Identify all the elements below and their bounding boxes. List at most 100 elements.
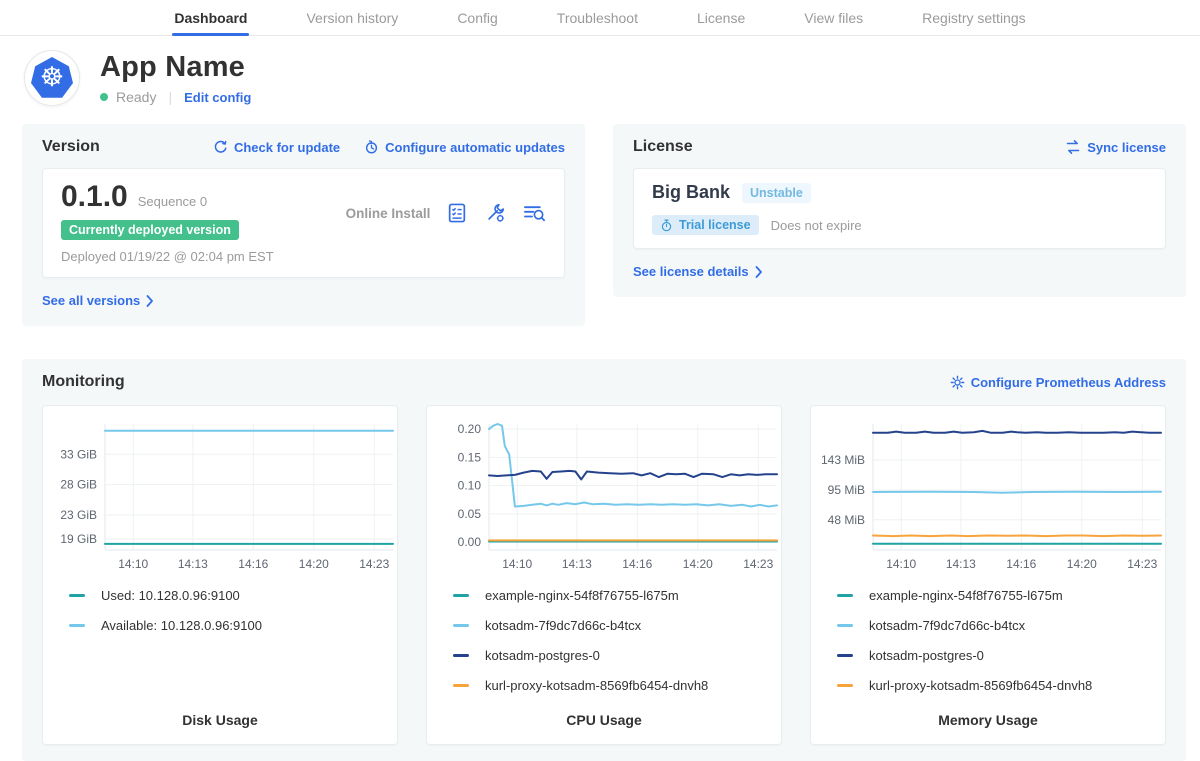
customer-name: Big Bank [652,182,730,203]
legend-item: example-nginx-54f8f76755-l675m [453,588,781,603]
svg-text:14:10: 14:10 [886,557,916,571]
legend-label: kotsadm-7f9dc7d66c-b4tcx [869,618,1025,633]
svg-text:14:10: 14:10 [502,557,532,571]
svg-text:14:23: 14:23 [359,557,389,571]
chart-title: Disk Usage [43,712,397,728]
svg-text:14:16: 14:16 [622,557,652,571]
top-nav: Dashboard Version history Config Trouble… [0,0,1200,36]
status-dot-icon [100,93,108,101]
legend-item: Available: 10.128.0.96:9100 [69,618,397,633]
svg-text:0.15: 0.15 [458,450,482,464]
svg-text:48 MiB: 48 MiB [828,513,865,527]
svg-text:14:13: 14:13 [562,557,592,571]
legend-swatch [837,594,853,597]
legend-item: kurl-proxy-kotsadm-8569fb6454-dnvh8 [837,678,1165,693]
edit-config-link[interactable]: Edit config [184,90,251,105]
legend-swatch [69,594,85,597]
svg-text:14:10: 14:10 [118,557,148,571]
legend-label: kotsadm-7f9dc7d66c-b4tcx [485,618,641,633]
svg-text:14:23: 14:23 [1127,557,1157,571]
disk-usage-chart: 19 GiB23 GiB28 GiB33 GiB14:1014:1314:161… [43,416,399,576]
deploy-logs-icon[interactable] [522,202,546,224]
current-version-card: 0.1.0 Sequence 0 Currently deployed vers… [42,168,565,278]
see-all-versions-link[interactable]: See all versions [42,293,154,308]
svg-text:14:20: 14:20 [683,557,713,571]
configure-prometheus-link[interactable]: Configure Prometheus Address [950,375,1166,390]
chevron-right-icon [755,266,763,278]
kubernetes-heptagon: ☸ [31,57,73,99]
chevron-right-icon [146,295,154,307]
kubernetes-logo: ☸ [24,50,80,106]
refresh-icon [213,140,228,155]
kubernetes-wheel-icon: ☸ [40,64,64,91]
install-type-label: Online Install [346,206,431,264]
svg-text:0.05: 0.05 [458,507,482,521]
configure-automatic-updates-link[interactable]: Configure automatic updates [364,140,565,155]
cpu-usage-card: 0.00 0.05 0.10 0.15 0.20 14:10 14:13 14:16 14:20… [426,405,782,745]
legend-item: example-nginx-54f8f76755-l675m [837,588,1165,603]
deployed-badge: Currently deployed version [61,220,239,240]
chart-title: Memory Usage [811,712,1165,728]
legend-item: kotsadm-postgres-0 [837,648,1165,663]
tab-registry-settings[interactable]: Registry settings [920,0,1027,35]
legend-label: kurl-proxy-kotsadm-8569fb6454-dnvh8 [869,678,1092,693]
svg-text:0.20: 0.20 [458,422,482,436]
check-for-update-link[interactable]: Check for update [213,140,340,155]
app-name-title: App Name [100,51,251,84]
see-license-details-link[interactable]: See license details [633,264,763,279]
svg-text:14:13: 14:13 [178,557,208,571]
tab-troubleshoot[interactable]: Troubleshoot [555,0,640,35]
legend-label: kotsadm-postgres-0 [485,648,600,663]
preflight-checks-icon[interactable] [446,202,468,224]
svg-text:143 MiB: 143 MiB [821,453,865,467]
license-card: Big Bank Unstable Trial license Does not… [633,168,1166,249]
legend-label: example-nginx-54f8f76755-l675m [869,588,1063,603]
legend-item: kotsadm-7f9dc7d66c-b4tcx [453,618,781,633]
expiry-label: Does not expire [771,218,862,233]
legend-label: kotsadm-postgres-0 [869,648,984,663]
legend-item: kotsadm-postgres-0 [453,648,781,663]
svg-text:33 GiB: 33 GiB [60,447,97,461]
svg-text:14:20: 14:20 [299,557,329,571]
stopwatch-icon [660,219,673,232]
svg-text:14:13: 14:13 [946,557,976,571]
tab-license[interactable]: License [695,0,747,35]
memory-usage-card: 48 MiB95 MiB143 MiB14:1014:1314:1614:201… [810,405,1166,745]
license-panel: License Sync license Big Bank Unstable [613,124,1186,297]
svg-text:0.00: 0.00 [458,535,482,549]
svg-text:23 GiB: 23 GiB [60,508,97,522]
tab-config[interactable]: Config [455,0,499,35]
main-content: Version Check for update [0,112,1200,761]
monitoring-title: Monitoring [42,373,125,391]
gear-icon [950,375,965,390]
legend-swatch [69,624,85,627]
legend-item: Used: 10.128.0.96:9100 [69,588,397,603]
legend-swatch [837,684,853,687]
legend-swatch [837,654,853,657]
divider: | [168,89,172,105]
legend-label: example-nginx-54f8f76755-l675m [485,588,679,603]
version-panel: Version Check for update [22,124,585,326]
legend-swatch [453,684,469,687]
trial-license-badge: Trial license [652,215,759,235]
memory-usage-chart: 48 MiB95 MiB143 MiB14:1014:1314:1614:201… [811,416,1167,576]
svg-text:95 MiB: 95 MiB [828,483,865,497]
version-number: 0.1.0 [61,182,128,212]
legend-label: Used: 10.128.0.96:9100 [101,588,240,603]
legend-swatch [837,624,853,627]
svg-text:0.10: 0.10 [458,479,482,493]
config-tools-icon[interactable] [484,202,506,224]
tab-view-files[interactable]: View files [802,0,865,35]
sequence-label: Sequence 0 [138,194,207,209]
legend-swatch [453,654,469,657]
chart-title: CPU Usage [427,712,781,728]
tab-dashboard[interactable]: Dashboard [172,0,249,35]
deployed-timestamp: Deployed 01/19/22 @ 02:04 pm EST [61,249,274,264]
svg-text:14:16: 14:16 [238,557,268,571]
cpu-usage-chart: 0.00 0.05 0.10 0.15 0.20 14:10 14:13 14:16 14:20… [427,416,783,576]
svg-text:19 GiB: 19 GiB [60,532,97,546]
tab-version-history[interactable]: Version history [304,0,400,35]
cpu-usage-legend: example-nginx-54f8f76755-l675m kotsadm-7f… [427,584,781,693]
disk-usage-card: 19 GiB23 GiB28 GiB33 GiB14:1014:1314:161… [42,405,398,745]
sync-license-link[interactable]: Sync license [1065,140,1166,155]
